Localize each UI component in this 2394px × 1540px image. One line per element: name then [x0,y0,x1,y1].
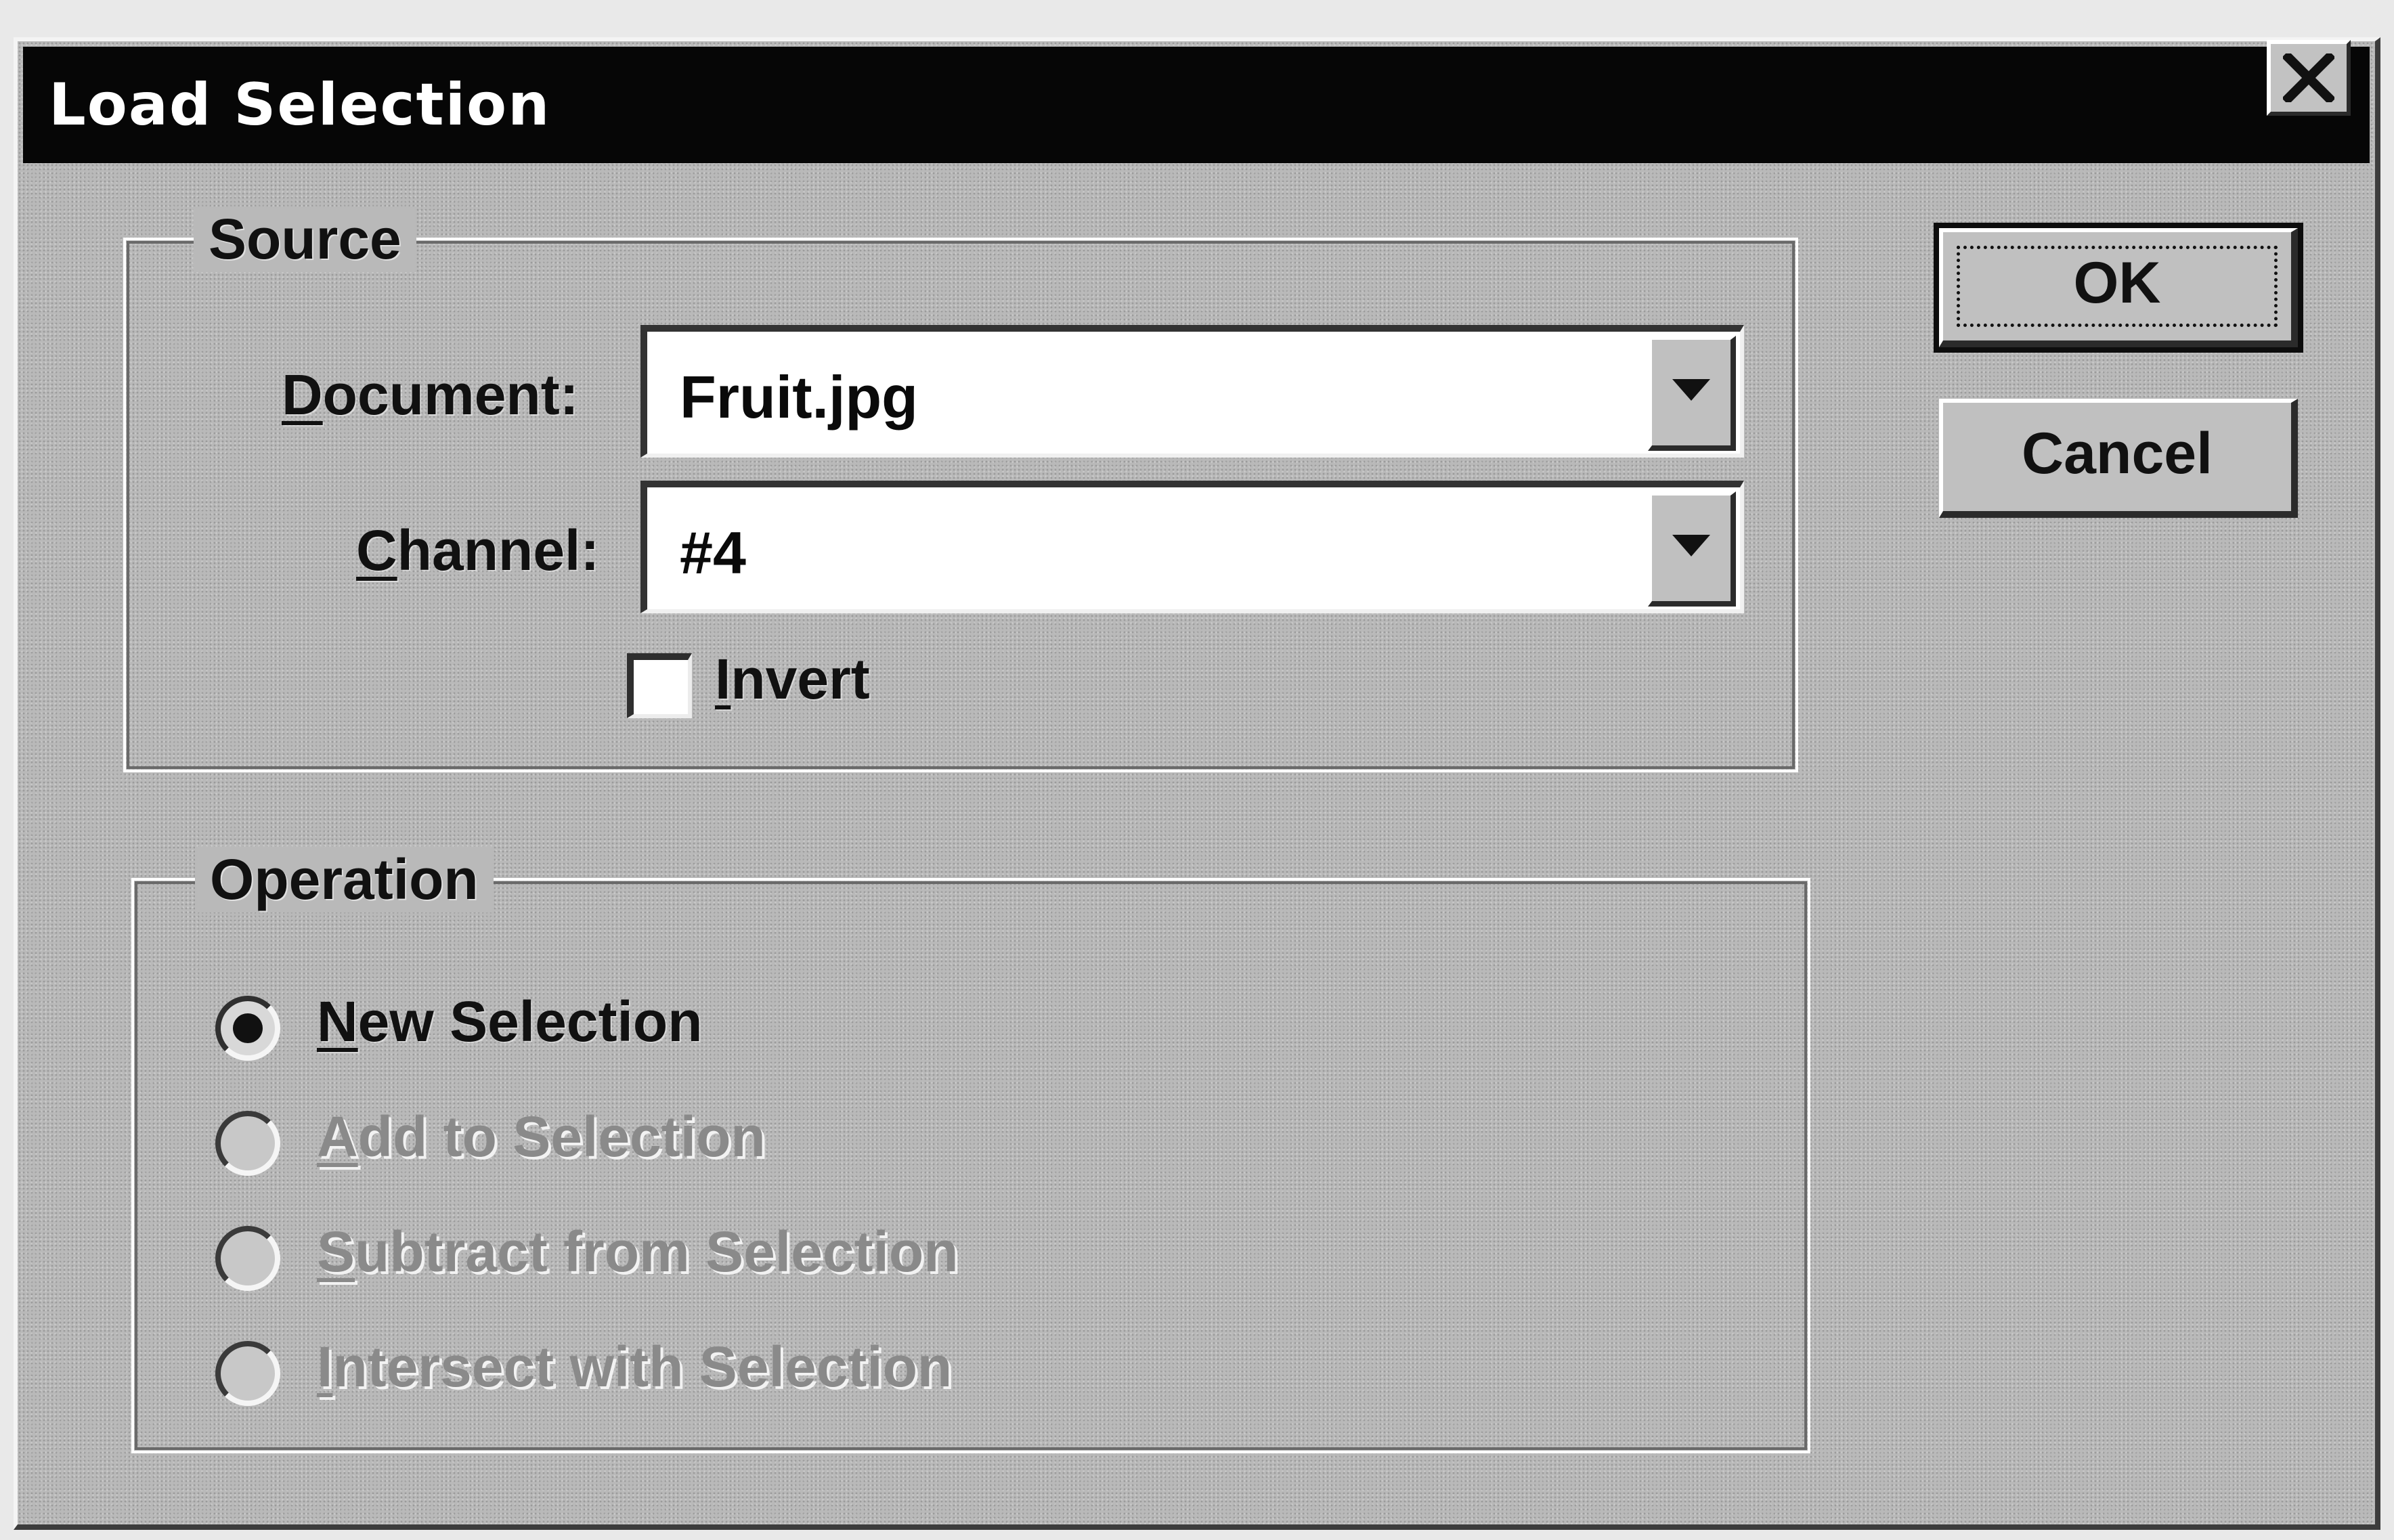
focus-indicator [1957,246,2278,327]
cancel-button[interactable]: Cancel [1939,399,2298,518]
document-dropdown-button[interactable] [1648,336,1736,451]
channel-dropdown-button[interactable] [1648,491,1736,607]
source-legend: Source [194,206,416,272]
option-add-to-selection[interactable]: Add to Selection [317,1104,766,1170]
operation-groupbox: Operation New Selection Add to Selection… [131,847,1810,1453]
radio-intersect-with-selection[interactable] [215,1341,280,1406]
option-subtract-from-selection[interactable]: Subtract from Selection [317,1219,959,1285]
invert-label[interactable]: Invert [715,646,870,712]
invert-checkbox[interactable] [627,653,692,718]
window-title: Load Selection [49,71,551,139]
radio-new-selection[interactable] [215,996,280,1061]
title-bar: Load Selection [23,40,2370,163]
channel-value: #4 [680,519,746,586]
option-intersect-with-selection[interactable]: Intersect with Selection [317,1334,952,1400]
document-value: Fruit.jpg [680,364,918,431]
source-groupbox: Source Document: Fruit.jpg Channel: #4 I… [123,206,1798,772]
close-button[interactable] [2267,40,2351,116]
cancel-button-label: Cancel [2021,421,2213,486]
channel-label: Channel: [356,519,600,582]
ok-button[interactable]: OK [1934,223,2303,353]
document-label: Document: [282,363,579,426]
load-selection-dialog: Load Selection Source Document: Fruit.jp… [14,37,2380,1530]
document-combobox[interactable]: Fruit.jpg [640,325,1744,458]
option-new-selection[interactable]: New Selection [317,989,703,1055]
operation-legend: Operation [195,847,494,912]
radio-add-to-selection[interactable] [215,1111,280,1176]
channel-combobox[interactable]: #4 [640,481,1744,613]
radio-subtract-from-selection[interactable] [215,1226,280,1291]
